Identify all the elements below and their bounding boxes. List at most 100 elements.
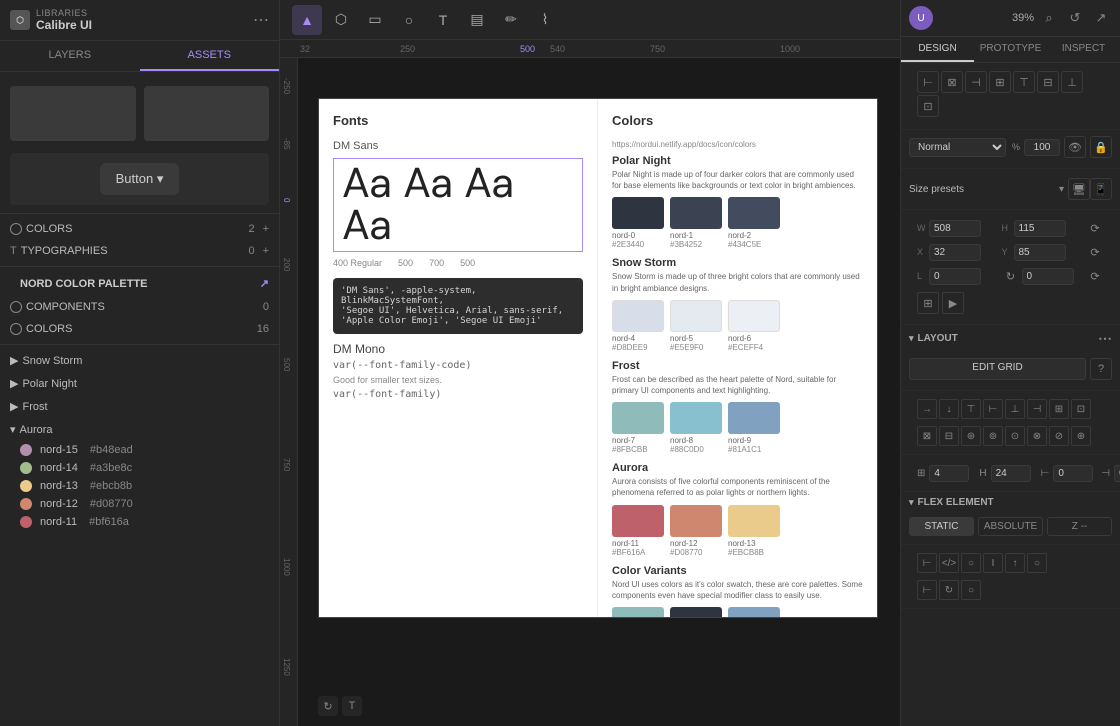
align-btn-1[interactable]: → — [917, 399, 937, 419]
polar-night-group[interactable]: ▶ Polar Night — [0, 372, 279, 395]
align-center-h-icon[interactable]: ⊠ — [941, 71, 963, 93]
tool-curve[interactable]: ⌇ — [530, 5, 560, 35]
expand-icon[interactable]: ⊞ — [917, 292, 939, 314]
final-btn-8[interactable]: ↻ — [939, 580, 959, 600]
align-dist-h-icon[interactable]: ⊞ — [989, 71, 1011, 93]
w-input[interactable] — [929, 220, 981, 237]
opacity-input[interactable] — [1024, 139, 1060, 156]
align-top-icon[interactable]: ⊤ — [1013, 71, 1035, 93]
color-item-nord13[interactable]: nord-13 #ebcb8b — [0, 477, 279, 495]
align-btn-3[interactable]: ⊤ — [961, 399, 981, 419]
align-btn-6[interactable]: ⊣ — [1027, 399, 1047, 419]
h-input[interactable] — [1014, 220, 1066, 237]
align-btn-4[interactable]: ⊢ — [983, 399, 1003, 419]
align-btn-13[interactable]: ⊙ — [1005, 426, 1025, 446]
align-dist-v-icon[interactable]: ⊡ — [917, 95, 939, 117]
rot-icon[interactable]: ↻ — [1002, 267, 1020, 285]
colors-section-row[interactable]: COLORS 2 + — [0, 218, 279, 240]
tab-assets[interactable]: ASSETS — [140, 41, 280, 71]
edit-grid-button[interactable]: EDIT GRID — [909, 358, 1086, 380]
pad-left-input[interactable] — [1053, 465, 1093, 482]
tool-pen[interactable]: ✏ — [496, 5, 526, 35]
frost-group[interactable]: ▶ Frost — [0, 395, 279, 418]
size-desktop-icon[interactable]: 🖥 — [1068, 178, 1090, 200]
final-btn-7[interactable]: ⊢ — [917, 580, 937, 600]
flex-z-btn[interactable]: Z -- — [1047, 517, 1112, 536]
tab-design[interactable]: DESIGN — [901, 37, 974, 62]
share-icon-btn[interactable]: ↗ — [1090, 7, 1112, 29]
color-item-nord11[interactable]: nord-11 #bf616a — [0, 513, 279, 531]
tab-layers[interactable]: LAYERS — [0, 41, 140, 71]
align-btn-10[interactable]: ⊟ — [939, 426, 959, 446]
components-section-row[interactable]: COMPONENTS 0 — [0, 296, 279, 318]
tool-select[interactable]: ▲ — [292, 5, 322, 35]
lock-icon[interactable]: 🔒 — [1090, 136, 1112, 158]
rot-input[interactable] — [1022, 268, 1074, 285]
play-icon[interactable]: ▶ — [942, 292, 964, 314]
final-btn-3[interactable]: ○ — [961, 553, 981, 573]
final-btn-1[interactable]: ⊢ — [917, 553, 937, 573]
y-input[interactable] — [1014, 244, 1066, 261]
tool-image[interactable]: ▤ — [462, 5, 492, 35]
x-input[interactable] — [929, 244, 981, 261]
align-btn-7[interactable]: ⊞ — [1049, 399, 1069, 419]
tool-circle[interactable]: ○ — [394, 5, 424, 35]
align-btn-2[interactable]: ↓ — [939, 399, 959, 419]
colors-add-icon[interactable]: + — [263, 223, 269, 235]
pad-right-input[interactable] — [1114, 465, 1120, 482]
align-btn-11[interactable]: ⊛ — [961, 426, 981, 446]
align-btn-5[interactable]: ⊥ — [1005, 399, 1025, 419]
final-btn-6[interactable]: ○ — [1027, 553, 1047, 573]
color-item-nord15[interactable]: nord-15 #b48ead — [0, 441, 279, 459]
canvas-frame[interactable]: Fonts DM Sans Aa Aa Aa Aa 400 Regular 50… — [318, 98, 878, 618]
typographies-add-icon[interactable]: + — [263, 245, 269, 257]
constrain-ratio-icon[interactable]: ⟳ — [1086, 219, 1104, 237]
final-btn-4[interactable]: I — [983, 553, 1003, 573]
tool-rect[interactable]: ▭ — [360, 5, 390, 35]
align-bottom-icon[interactable]: ⊥ — [1061, 71, 1083, 93]
flex-absolute-btn[interactable]: ABSOLUTE — [978, 517, 1043, 536]
typographies-section-row[interactable]: T TYPOGRAPHIES 0 + — [0, 240, 279, 262]
final-btn-2[interactable]: </> — [939, 553, 959, 573]
gap-h-input[interactable] — [929, 465, 969, 482]
flex-section-header[interactable]: ▾ FLEX ELEMENT — [901, 492, 1120, 513]
final-btn-5[interactable]: ↑ — [1005, 553, 1025, 573]
size-mobile-icon[interactable]: 📱 — [1090, 178, 1112, 200]
align-left-icon[interactable]: ⊢ — [917, 71, 939, 93]
final-btn-9[interactable]: ○ — [961, 580, 981, 600]
grid-info-icon[interactable]: ? — [1090, 358, 1112, 380]
align-btn-16[interactable]: ⊕ — [1071, 426, 1091, 446]
layout-section-header[interactable]: ▾ LAYOUT ⋯ — [901, 325, 1120, 352]
align-btn-15[interactable]: ⊘ — [1049, 426, 1069, 446]
history-icon-btn[interactable]: ↺ — [1064, 7, 1086, 29]
tool-text[interactable]: T — [428, 5, 458, 35]
color-item-nord12[interactable]: nord-12 #d08770 — [0, 495, 279, 513]
align-right-icon[interactable]: ⊣ — [965, 71, 987, 93]
canvas-icon-t[interactable]: T — [342, 696, 362, 716]
lr-reset-icon[interactable]: ⟳ — [1086, 267, 1104, 285]
align-btn-9[interactable]: ⊠ — [917, 426, 937, 446]
aurora-group[interactable]: ▾ Aurora — [0, 418, 279, 441]
palette-external-link-icon[interactable]: ↗ — [260, 277, 269, 290]
tool-frame[interactable]: ⬡ — [326, 5, 356, 35]
kebab-menu-button[interactable]: ⋯ — [253, 10, 269, 30]
tab-prototype[interactable]: PROTOTYPE — [974, 37, 1047, 62]
flex-static-btn[interactable]: STATIC — [909, 517, 974, 536]
align-btn-14[interactable]: ⊗ — [1027, 426, 1047, 446]
size-presets-chevron[interactable]: ▾ — [1059, 184, 1064, 195]
blend-mode-select[interactable]: Normal — [909, 138, 1006, 157]
color-item-nord14[interactable]: nord-14 #a3be8c — [0, 459, 279, 477]
canvas-icon-arrows[interactable]: ↻ — [318, 696, 338, 716]
gap-v-input[interactable] — [991, 465, 1031, 482]
visibility-icon[interactable]: 👁 — [1064, 136, 1086, 158]
align-center-v-icon[interactable]: ⊟ — [1037, 71, 1059, 93]
align-btn-8[interactable]: ⊡ — [1071, 399, 1091, 419]
tab-inspect[interactable]: INSPECT — [1047, 37, 1120, 62]
l-input[interactable] — [929, 268, 981, 285]
search-icon-btn[interactable]: ⌕ — [1038, 7, 1060, 29]
xy-reset-icon[interactable]: ⟳ — [1086, 243, 1104, 261]
layout-dots-btn[interactable]: ⋯ — [1098, 330, 1112, 347]
snow-storm-group[interactable]: ▶ Snow Storm — [0, 349, 279, 372]
palette-colors-section-row[interactable]: COLORS 16 — [0, 318, 279, 340]
align-btn-12[interactable]: ⊚ — [983, 426, 1003, 446]
